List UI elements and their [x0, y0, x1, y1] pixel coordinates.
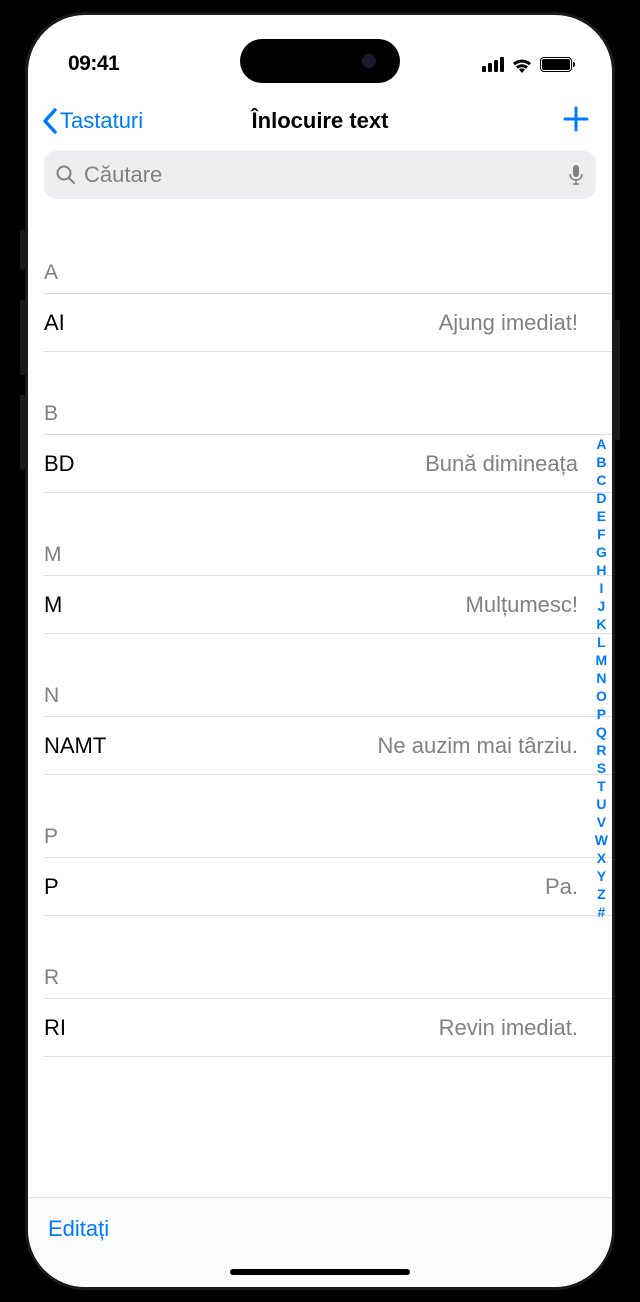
home-indicator[interactable] [230, 1269, 410, 1275]
index-letter[interactable]: J [597, 597, 605, 615]
index-letter[interactable]: E [597, 507, 606, 525]
plus-icon [562, 105, 590, 133]
phrase-label: Mulțumesc! [466, 592, 578, 618]
back-label: Tastaturi [60, 108, 143, 134]
index-letter[interactable]: O [596, 687, 607, 705]
list-item[interactable]: AI Ajung imediat! [44, 294, 612, 352]
index-letter[interactable]: W [595, 831, 608, 849]
index-letter[interactable]: U [596, 795, 606, 813]
section-header: R [44, 916, 612, 999]
battery-icon [540, 57, 572, 72]
index-letter[interactable]: F [597, 525, 606, 543]
index-letter[interactable]: C [596, 471, 606, 489]
index-letter[interactable]: B [596, 453, 606, 471]
section-header: A [44, 211, 612, 294]
index-letter[interactable]: # [597, 903, 605, 921]
shortcut-label: NAMT [44, 733, 106, 759]
index-letter[interactable]: I [599, 579, 603, 597]
index-letter[interactable]: N [596, 669, 606, 687]
edit-button[interactable]: Editați [48, 1216, 109, 1242]
index-letter[interactable]: V [597, 813, 606, 831]
list-item[interactable]: NAMT Ne auzim mai târziu. [44, 717, 612, 775]
shortcut-label: BD [44, 451, 75, 477]
power-button [615, 320, 620, 440]
content-list: A AI Ajung imediat! B BD Bună dimineața … [28, 211, 612, 1057]
dynamic-island [240, 39, 400, 83]
phrase-label: Bună dimineața [425, 451, 578, 477]
page-title: Înlocuire text [252, 108, 389, 134]
list-item[interactable]: BD Bună dimineața [44, 435, 612, 493]
phrase-label: Ne auzim mai târziu. [377, 733, 578, 759]
status-time: 09:41 [68, 52, 119, 76]
chevron-left-icon [42, 108, 58, 134]
section-header: B [44, 352, 612, 435]
index-letter[interactable]: S [597, 759, 606, 777]
index-letter[interactable]: Q [596, 723, 607, 741]
index-letter[interactable]: M [596, 651, 608, 669]
add-button[interactable] [562, 100, 598, 142]
index-letter[interactable]: A [596, 435, 606, 453]
list-item[interactable]: RI Revin imediat. [44, 999, 612, 1057]
index-letter[interactable]: Y [597, 867, 606, 885]
index-letter[interactable]: R [596, 741, 606, 759]
shortcut-label: P [44, 874, 59, 900]
index-letter[interactable]: D [596, 489, 606, 507]
status-icons [482, 56, 572, 73]
shortcut-label: M [44, 592, 62, 618]
shortcut-label: RI [44, 1015, 66, 1041]
index-letter[interactable]: T [597, 777, 606, 795]
list-item[interactable]: P Pa. [44, 858, 612, 916]
list-item[interactable]: M Mulțumesc! [44, 576, 612, 634]
index-letter[interactable]: L [597, 633, 606, 651]
search-field[interactable]: Căutare [44, 151, 596, 199]
section-header: P [44, 775, 612, 858]
navigation-bar: Tastaturi Înlocuire text [28, 93, 612, 149]
index-letter[interactable]: K [596, 615, 606, 633]
phone-frame: 09:41 Tastaturi Înlocuire text [25, 12, 615, 1290]
alphabet-index[interactable]: A B C D E F G H I J K L M N O P Q R S T … [595, 435, 608, 921]
index-letter[interactable]: H [596, 561, 606, 579]
phrase-label: Ajung imediat! [439, 310, 578, 336]
wifi-icon [511, 56, 533, 73]
index-letter[interactable]: X [597, 849, 606, 867]
search-icon [56, 165, 76, 185]
index-letter[interactable]: P [597, 705, 606, 723]
camera-icon [362, 54, 376, 68]
phrase-label: Pa. [545, 874, 578, 900]
microphone-icon[interactable] [568, 164, 584, 186]
section-header: M [44, 493, 612, 576]
cellular-signal-icon [482, 57, 504, 72]
index-letter[interactable]: Z [597, 885, 606, 903]
phrase-label: Revin imediat. [439, 1015, 578, 1041]
search-placeholder: Căutare [84, 162, 560, 188]
index-letter[interactable]: G [596, 543, 607, 561]
back-button[interactable]: Tastaturi [42, 108, 143, 134]
shortcut-label: AI [44, 310, 65, 336]
section-header: N [44, 634, 612, 717]
